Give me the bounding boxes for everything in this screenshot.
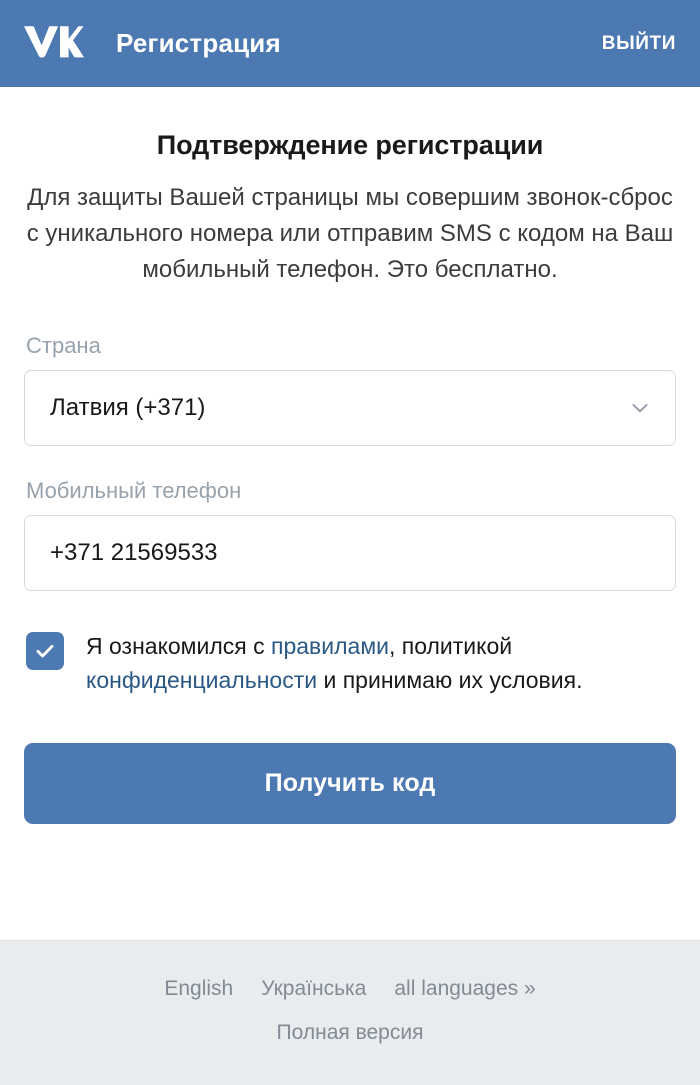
full-version-row: Полная версия [0, 1021, 700, 1045]
language-link-english[interactable]: English [164, 977, 233, 1001]
terms-row: Я ознакомился с правилами, политикой кон… [24, 629, 676, 697]
country-select[interactable]: Латвия (+371) [24, 370, 676, 446]
vk-logo-icon[interactable] [20, 24, 86, 64]
terms-text-part-2: , политикой [388, 633, 513, 659]
privacy-policy-link[interactable]: конфиденциальности [86, 667, 317, 693]
phone-field-group: Мобильный телефон +371 21569533 [24, 478, 676, 591]
terms-text: Я ознакомился с правилами, политикой кон… [86, 629, 676, 697]
checkmark-icon [36, 644, 54, 658]
logout-button[interactable]: ВЫЙТИ [602, 33, 676, 55]
main-bottom-space [24, 824, 676, 940]
phone-label: Мобильный телефон [26, 478, 242, 503]
chevron-down-icon[interactable] [627, 395, 653, 421]
language-link-all[interactable]: all languages » [394, 977, 535, 1001]
get-code-button[interactable]: Получить код [24, 743, 676, 824]
terms-text-part-3: и принимаю их условия. [317, 667, 583, 693]
page-title: Регистрация [116, 28, 281, 58]
phone-value: +371 21569533 [50, 539, 218, 566]
terms-text-part-1: Я ознакомился с [86, 633, 271, 659]
rules-link[interactable]: правилами [271, 633, 389, 659]
confirmation-description: Для защиты Вашей страницы мы совершим зв… [26, 184, 674, 283]
main-content: Подтверждение регистрации Для защиты Ваш… [0, 87, 700, 940]
country-value: Латвия (+371) [50, 394, 206, 421]
phone-input[interactable]: +371 21569533 [24, 515, 676, 591]
terms-checkbox[interactable] [26, 632, 64, 670]
country-label: Страна [26, 333, 101, 358]
full-version-link[interactable]: Полная версия [277, 1021, 424, 1044]
language-link-ukrainian[interactable]: Українська [261, 977, 366, 1001]
app-header: Регистрация ВЫЙТИ [0, 0, 700, 87]
language-switcher: English Українська all languages » [0, 977, 700, 1001]
confirmation-title: Подтверждение регистрации [156, 130, 544, 160]
vk-registration-page: Регистрация ВЫЙТИ Подтверждение регистра… [0, 0, 700, 1085]
page-footer: English Українська all languages » Полна… [0, 940, 700, 1085]
country-field-group: Страна Латвия (+371) [24, 333, 676, 446]
